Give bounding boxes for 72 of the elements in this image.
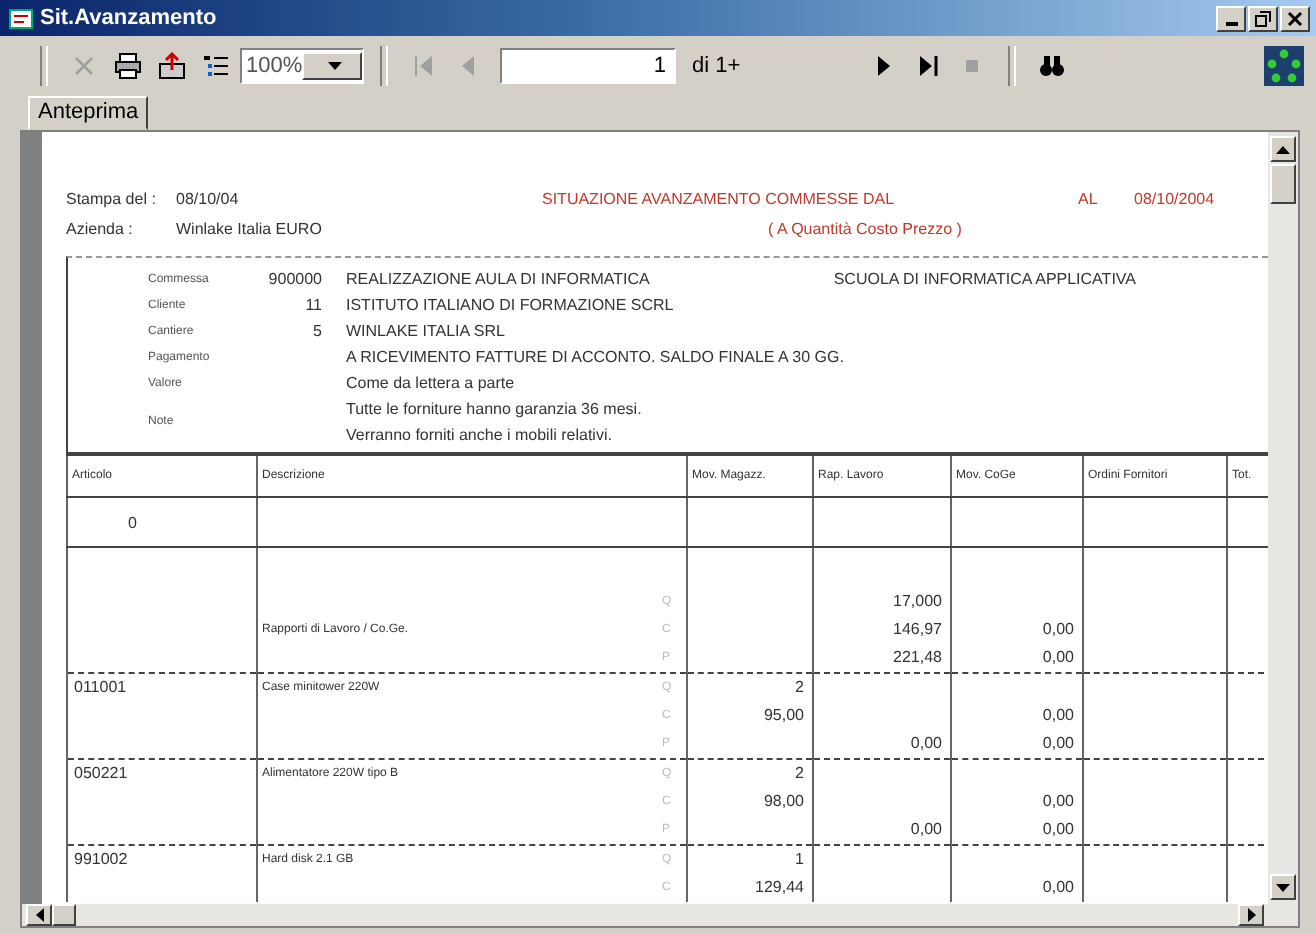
report-subtitle: ( A Quantità Costo Prezzo ) bbox=[768, 220, 962, 238]
tree-icon bbox=[202, 52, 230, 80]
field-value: ISTITUTO ITALIANO DI FORMAZIONE SCRL bbox=[346, 294, 674, 318]
table-cell-text: 2 bbox=[793, 762, 806, 786]
down-arrow-icon bbox=[1276, 883, 1290, 891]
scroll-up-button[interactable] bbox=[1270, 136, 1296, 162]
tab[interactable]: Anteprima bbox=[28, 96, 149, 130]
table-cell-text: 0,00 bbox=[1040, 876, 1076, 900]
table-cell-text: 0,00 bbox=[1040, 704, 1076, 728]
up-arrow-icon bbox=[1276, 145, 1290, 153]
binoculars-icon bbox=[1038, 52, 1067, 80]
field-value: REALIZZAZIONE AULA DI INFORMATICA bbox=[346, 268, 650, 292]
minimize-icon bbox=[1225, 21, 1237, 25]
field-code: 5 bbox=[311, 322, 322, 340]
table-cell-text: 221,48 bbox=[891, 646, 944, 670]
table-cell-text: 129,44 bbox=[753, 876, 806, 900]
field-extra: SCUOLA DI INFORMATICA APPLICATIVA bbox=[833, 270, 1136, 288]
table-cell-text: 95,00 bbox=[761, 704, 806, 728]
field-value: Come da lettera a parte bbox=[346, 372, 515, 396]
table-cell-text: 991002 bbox=[72, 848, 130, 872]
to-label: AL bbox=[1078, 190, 1100, 208]
field-value: WINLAKE ITALIA SRL bbox=[346, 320, 505, 344]
print-date-label: Stampa del : bbox=[66, 190, 158, 208]
scroll-right-button[interactable] bbox=[1238, 904, 1264, 926]
left-arrow-icon bbox=[35, 908, 43, 922]
company-name: Winlake Italia EURO bbox=[176, 220, 324, 238]
scrollbar-thumb[interactable] bbox=[1270, 164, 1296, 204]
right-arrow-icon bbox=[1247, 908, 1255, 922]
scroll-left-button[interactable] bbox=[26, 904, 52, 926]
table-cell-text: 1 bbox=[793, 848, 806, 872]
restore-icon bbox=[1254, 9, 1272, 27]
close-icon bbox=[70, 52, 98, 80]
field-code: 900000 bbox=[266, 270, 322, 288]
app-icon bbox=[8, 5, 34, 31]
table-cell-text: 98,00 bbox=[761, 790, 806, 814]
print-date: 08/10/04 bbox=[176, 190, 241, 208]
table-cell-text: 0,00 bbox=[1040, 790, 1076, 814]
to-date: 08/10/2004 bbox=[1134, 190, 1215, 208]
company-label: Azienda : bbox=[66, 220, 135, 238]
table-cell-text: 0,00 bbox=[908, 818, 944, 842]
table-cell-text: 0,00 bbox=[908, 732, 944, 756]
field-value: A RICEVIMENTO FATTURE DI ACCONTO. SALDO FINALE A 30 GG. bbox=[346, 346, 844, 370]
caret-icon bbox=[327, 62, 342, 70]
field-code: 11 bbox=[303, 296, 322, 314]
field-value: Verranno forniti anche i mobili relativi. bbox=[346, 424, 614, 448]
restore-button[interactable] bbox=[1248, 5, 1278, 31]
table-cell-text: 2 bbox=[793, 676, 806, 700]
first-page-icon bbox=[410, 52, 438, 80]
table-cell-text: 0,00 bbox=[1040, 646, 1076, 670]
zoom-dropdown[interactable]: 100% bbox=[240, 48, 364, 84]
printer-icon bbox=[114, 52, 142, 80]
export-icon bbox=[158, 52, 186, 80]
logo-icon bbox=[1264, 46, 1304, 86]
close-button[interactable] bbox=[1280, 5, 1310, 31]
table-cell-text: 050221 bbox=[72, 762, 130, 786]
page-field[interactable]: 1 bbox=[500, 48, 676, 84]
table-cell-text: 0,00 bbox=[1040, 732, 1076, 756]
report-title: SITUAZIONE AVANZAMENTO COMMESSE DAL bbox=[542, 190, 897, 208]
field-value: Tutte le forniture hanno garanzia 36 mesi. bbox=[346, 398, 642, 422]
table-cell-text: 146,97 bbox=[891, 618, 944, 642]
table-cell-text: 0,00 bbox=[1040, 818, 1076, 842]
table-cell-text: 011001 bbox=[72, 676, 129, 700]
table-cell-text: 0,00 bbox=[1040, 618, 1076, 642]
page-count: di 1+ bbox=[692, 54, 741, 78]
table-cell: 0 bbox=[128, 513, 137, 531]
last-page-icon bbox=[914, 52, 943, 80]
minimize-button[interactable] bbox=[1216, 5, 1246, 31]
close-icon bbox=[1286, 9, 1304, 27]
scrollbar-thumb[interactable] bbox=[52, 904, 76, 926]
window-title: Sit.Avanzamento bbox=[40, 6, 219, 30]
table-cell-text: 17,000 bbox=[891, 590, 944, 614]
scroll-down-button[interactable] bbox=[1270, 874, 1296, 900]
